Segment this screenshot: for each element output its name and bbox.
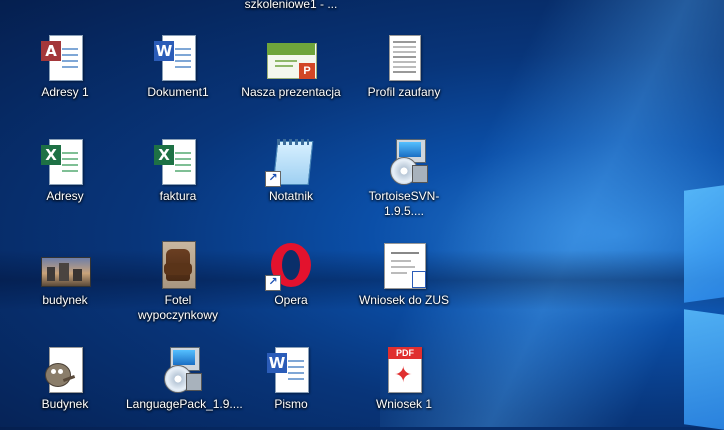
notepad-icon: ↗ <box>265 137 315 187</box>
shortcut-arrow-icon: ↗ <box>265 171 281 187</box>
desktop-icon-budynek-image[interactable]: budynek <box>13 241 117 308</box>
icon-label: Opera <box>274 293 308 307</box>
desktop-icon-pismo[interactable]: W Pismo <box>239 345 343 412</box>
partial-icon-label[interactable]: szkoleniowe1 - ... <box>235 0 347 11</box>
access-database-icon: A <box>41 33 89 81</box>
windows-logo-pane <box>684 185 724 303</box>
pdf-document-icon: PDF ✦ <box>380 345 428 393</box>
desktop-icon-wniosek-do-zus[interactable]: Wniosek do ZUS <box>352 241 456 308</box>
windows-logo-pane <box>684 309 724 430</box>
image-thumbnail-icon <box>154 241 202 289</box>
scanned-document-icon <box>380 33 428 81</box>
desktop-icon-profil-zaufany[interactable]: Profil zaufany <box>352 33 456 100</box>
icon-label: Profil zaufany <box>367 85 441 99</box>
desktop-icon-opera[interactable]: ↗ Opera <box>239 241 343 308</box>
gimp-icon <box>41 345 89 393</box>
desktop-icon-faktura[interactable]: X faktura <box>126 137 230 204</box>
desktop-icon-fotel-wypoczynkowy[interactable]: Fotel wypoczynkowy <box>126 241 230 323</box>
desktop-icon-nasza-prezentacja[interactable]: P Nasza prezentacja <box>239 33 343 100</box>
excel-spreadsheet-icon: X <box>154 137 202 185</box>
icon-label: Adresy <box>46 189 84 203</box>
document-thumbnail-icon <box>380 241 428 289</box>
word-document-icon: W <box>154 33 202 81</box>
icon-label: Budynek <box>41 397 89 411</box>
desktop-icon-budynek-gimp[interactable]: Budynek <box>13 345 117 412</box>
shortcut-arrow-icon: ↗ <box>265 275 281 291</box>
desktop-icon-notatnik[interactable]: ↗ Notatnik <box>239 137 343 204</box>
icon-label: Adresy 1 <box>41 85 89 99</box>
powerpoint-presentation-icon: P <box>267 33 317 81</box>
icon-label: LanguagePack_1.9.... <box>126 397 243 411</box>
icon-label: budynek <box>42 293 88 307</box>
icon-label: Notatnik <box>268 189 314 203</box>
desktop-icon-adresy-1[interactable]: A Adresy 1 <box>13 33 117 100</box>
desktop-icon-languagepack[interactable]: LanguagePack_1.9.... <box>126 345 243 412</box>
desktop-icon-wniosek-1[interactable]: PDF ✦ Wniosek 1 <box>352 345 456 412</box>
icon-label: Wniosek do ZUS <box>358 293 450 307</box>
icon-label: Fotel wypoczynkowy <box>137 293 219 322</box>
desktop-icon-adresy[interactable]: X Adresy <box>13 137 117 204</box>
desktop-icon-tortoisesvn[interactable]: TortoiseSVN-1.9.5.... <box>352 137 456 219</box>
installer-icon <box>380 137 428 185</box>
icon-label: Wniosek 1 <box>375 397 433 411</box>
excel-spreadsheet-icon: X <box>41 137 89 185</box>
word-document-icon: W <box>267 345 315 393</box>
opera-browser-icon: ↗ <box>265 241 315 291</box>
icon-label: TortoiseSVN-1.9.5.... <box>368 189 440 218</box>
icon-label: Pismo <box>274 397 308 411</box>
image-thumbnail-icon <box>41 241 91 289</box>
icon-label: Nasza prezentacja <box>241 85 341 99</box>
icon-label: faktura <box>159 189 197 203</box>
icon-label: Dokument1 <box>147 85 209 99</box>
installer-icon <box>154 345 202 393</box>
desktop-icon-dokument1[interactable]: W Dokument1 <box>126 33 230 100</box>
